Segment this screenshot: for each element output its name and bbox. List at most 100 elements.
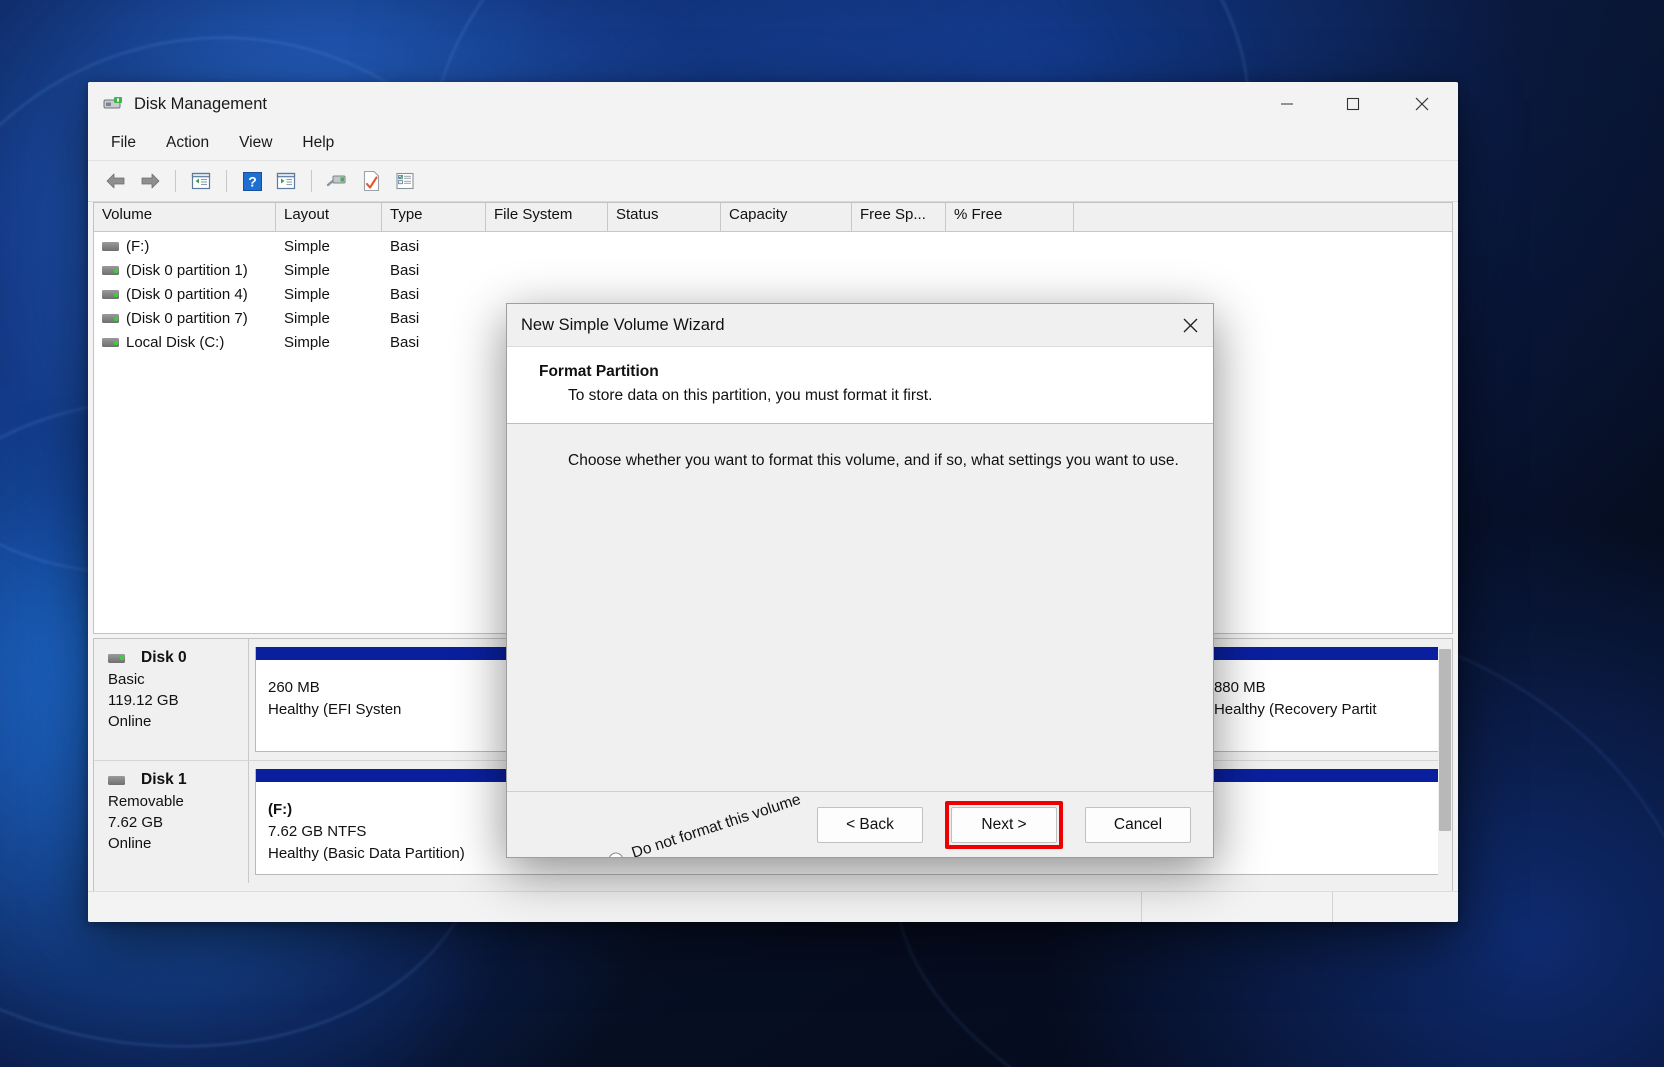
cell-layout: Simple bbox=[276, 286, 382, 303]
cell-layout: Simple bbox=[276, 334, 382, 351]
cell-volume-label: (F:) bbox=[126, 238, 149, 255]
statusbar-cell-3 bbox=[1333, 892, 1458, 922]
table-row[interactable]: (F:) Simple Basi bbox=[94, 234, 1452, 258]
scrollbar-thumb[interactable] bbox=[1439, 649, 1451, 831]
menu-action[interactable]: Action bbox=[153, 130, 222, 156]
disk-title-1: Disk 1 bbox=[141, 771, 187, 789]
disk-info-0: Disk 0 Basic 119.12 GB Online bbox=[94, 639, 249, 760]
column-header-percent-free[interactable]: % Free bbox=[946, 203, 1074, 231]
back-arrow-icon[interactable] bbox=[100, 166, 132, 196]
table-row[interactable]: (Disk 0 partition 1) Simple Basi bbox=[94, 258, 1452, 282]
disk-state-1: Online bbox=[108, 835, 236, 852]
cell-volume: (Disk 0 partition 4) bbox=[94, 286, 276, 303]
cell-type: Basi bbox=[382, 286, 486, 303]
column-header-free-space[interactable]: Free Sp... bbox=[852, 203, 946, 231]
partition-size: 260 MB bbox=[268, 677, 499, 699]
column-header-filler bbox=[1074, 203, 1452, 231]
cell-volume: (Disk 0 partition 1) bbox=[94, 262, 276, 279]
disk-management-icon bbox=[102, 93, 124, 115]
minimize-button[interactable] bbox=[1254, 82, 1320, 126]
disk-name-0: Disk 0 bbox=[108, 649, 236, 667]
cell-type: Basi bbox=[382, 262, 486, 279]
volume-icon bbox=[102, 290, 119, 299]
window-controls bbox=[1254, 82, 1458, 126]
disk-title-0: Disk 0 bbox=[141, 649, 187, 667]
disk-size-0: 119.12 GB bbox=[108, 692, 236, 709]
disk-pane-scrollbar[interactable] bbox=[1438, 647, 1452, 875]
menubar: File Action View Help bbox=[88, 126, 1458, 161]
disk-icon bbox=[108, 776, 125, 785]
screen: Disk Management File Action View Help bbox=[0, 0, 1664, 1067]
wizard-header: Format Partition To store data on this p… bbox=[507, 346, 1213, 424]
cell-volume: (F:) bbox=[94, 238, 276, 255]
volume-icon bbox=[102, 314, 119, 323]
cell-layout: Simple bbox=[276, 238, 382, 255]
disk-state-0: Online bbox=[108, 713, 236, 730]
partition-block[interactable]: 880 MB Healthy (Recovery Partit bbox=[1201, 647, 1446, 752]
titlebar: Disk Management bbox=[88, 82, 1458, 126]
disk-kind-0: Basic bbox=[108, 671, 236, 688]
menu-help[interactable]: Help bbox=[289, 130, 347, 156]
volume-icon bbox=[102, 242, 119, 251]
column-header-file-system[interactable]: File System bbox=[486, 203, 608, 231]
partition-block[interactable]: 260 MB Healthy (EFI Systen bbox=[255, 647, 510, 752]
properties-icon[interactable] bbox=[355, 166, 387, 196]
disk-kind-1: Removable bbox=[108, 793, 236, 810]
volume-icon bbox=[102, 266, 119, 275]
statusbar-cell-1 bbox=[88, 892, 1142, 922]
cell-layout: Simple bbox=[276, 262, 382, 279]
cell-volume-label: (Disk 0 partition 1) bbox=[126, 262, 248, 279]
menu-file[interactable]: File bbox=[98, 130, 149, 156]
up-one-level-icon[interactable] bbox=[185, 166, 217, 196]
wizard-page-subtitle: To store data on this partition, you mus… bbox=[568, 387, 1213, 405]
wizard-body: Choose whether you want to format this v… bbox=[507, 424, 1213, 727]
wizard-titlebar: New Simple Volume Wizard bbox=[507, 304, 1213, 346]
toolbar-separator bbox=[311, 170, 312, 192]
cell-layout: Simple bbox=[276, 310, 382, 327]
column-header-volume[interactable]: Volume bbox=[94, 203, 276, 231]
wizard-page-title: Format Partition bbox=[539, 363, 1213, 381]
cell-volume-label: Local Disk (C:) bbox=[126, 334, 224, 351]
show-hide-console-tree-icon[interactable] bbox=[270, 166, 302, 196]
close-button[interactable] bbox=[1386, 82, 1458, 126]
column-header-type[interactable]: Type bbox=[382, 203, 486, 231]
cell-type: Basi bbox=[382, 310, 486, 327]
partition-status: Healthy (EFI Systen bbox=[268, 699, 499, 721]
cell-volume-label: (Disk 0 partition 7) bbox=[126, 310, 248, 327]
disk-management-window: Disk Management File Action View Help bbox=[88, 82, 1458, 922]
rescan-disks-icon[interactable] bbox=[321, 166, 353, 196]
next-button-highlight: Next > bbox=[945, 801, 1063, 849]
volume-list-header: Volume Layout Type File System Status Ca… bbox=[94, 203, 1452, 232]
statusbar bbox=[88, 891, 1458, 922]
action-list-icon[interactable] bbox=[389, 166, 421, 196]
menu-view[interactable]: View bbox=[226, 130, 285, 156]
cancel-button[interactable]: Cancel bbox=[1085, 807, 1191, 843]
wizard-close-button[interactable] bbox=[1167, 304, 1213, 346]
maximize-button[interactable] bbox=[1320, 82, 1386, 126]
partition-size: 880 MB bbox=[1214, 677, 1435, 699]
next-button[interactable]: Next > bbox=[951, 807, 1057, 843]
cell-volume-label: (Disk 0 partition 4) bbox=[126, 286, 248, 303]
toolbar: ? bbox=[88, 161, 1458, 202]
column-header-status[interactable]: Status bbox=[608, 203, 721, 231]
cell-volume: Local Disk (C:) bbox=[94, 334, 276, 351]
volume-icon bbox=[102, 338, 119, 347]
wizard-footer: < Back Next > Cancel bbox=[507, 791, 1213, 857]
column-header-layout[interactable]: Layout bbox=[276, 203, 382, 231]
statusbar-cell-2 bbox=[1142, 892, 1333, 922]
cell-type: Basi bbox=[382, 238, 486, 255]
cell-volume: (Disk 0 partition 7) bbox=[94, 310, 276, 327]
partition-status: Healthy (Recovery Partit bbox=[1214, 699, 1435, 721]
disk-size-1: 7.62 GB bbox=[108, 814, 236, 831]
back-button[interactable]: < Back bbox=[817, 807, 923, 843]
window-title: Disk Management bbox=[134, 95, 267, 114]
column-header-capacity[interactable]: Capacity bbox=[721, 203, 852, 231]
toolbar-separator bbox=[175, 170, 176, 192]
toolbar-separator bbox=[226, 170, 227, 192]
help-icon[interactable]: ? bbox=[236, 166, 268, 196]
new-simple-volume-wizard-dialog: New Simple Volume Wizard Format Partitio… bbox=[506, 303, 1214, 858]
cell-type: Basi bbox=[382, 334, 486, 351]
svg-text:?: ? bbox=[248, 173, 257, 189]
forward-arrow-icon[interactable] bbox=[134, 166, 166, 196]
disk-icon bbox=[108, 654, 125, 663]
